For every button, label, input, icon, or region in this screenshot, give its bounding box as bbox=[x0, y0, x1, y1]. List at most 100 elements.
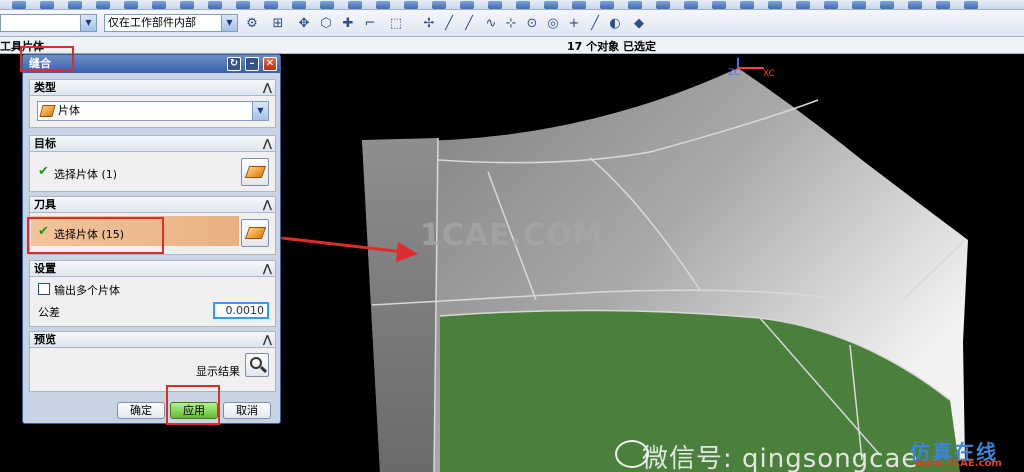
toolbar-icon[interactable] bbox=[124, 1, 138, 9]
check-icon: ✔ bbox=[38, 164, 49, 179]
select-body-icon[interactable]: ⬡ bbox=[318, 15, 334, 31]
toolbar-icon[interactable] bbox=[264, 1, 278, 9]
section-type-body: 片体 ▼ bbox=[29, 96, 276, 128]
toolbar-icon[interactable] bbox=[628, 1, 642, 9]
toolbar-icon[interactable] bbox=[40, 1, 54, 9]
toolbar-icon[interactable] bbox=[348, 1, 362, 9]
toolbar-icon[interactable] bbox=[880, 1, 894, 9]
toolbar-icon[interactable] bbox=[488, 1, 502, 9]
selection-toolbar: ▼ 仅在工作部件内部 ▼ ⚙ ⊞ ✥ ⬡ ✚ ⌐ ⬚ ✢ ╱ ╱ ∿ ⊹ ⊙ ◎… bbox=[0, 10, 1024, 37]
toolbar-icon[interactable] bbox=[12, 1, 26, 9]
chevron-up-icon[interactable]: ⋀ bbox=[263, 332, 272, 347]
close-icon[interactable]: ✕ bbox=[263, 57, 277, 71]
section-settings-header[interactable]: 设置 ⋀ bbox=[29, 260, 276, 277]
toolbar-icon[interactable] bbox=[432, 1, 446, 9]
point-on-face-icon[interactable]: ◐ bbox=[607, 15, 623, 31]
selection-count: 17 个对象 已选定 bbox=[567, 40, 656, 53]
select-tool-sheet-button[interactable] bbox=[241, 219, 269, 247]
section-target-body: ✔ 选择片体 (1) bbox=[29, 152, 276, 192]
chevron-up-icon[interactable]: ⋀ bbox=[263, 80, 272, 95]
chevron-down-icon[interactable]: ▼ bbox=[252, 102, 268, 120]
selection-scope-value: 仅在工作部件内部 bbox=[108, 16, 196, 29]
mid-point-icon[interactable]: ╱ bbox=[461, 15, 477, 31]
select-face-icon[interactable]: ⊞ bbox=[270, 15, 286, 31]
output-multiple-label: 输出多个片体 bbox=[54, 284, 120, 297]
toolbar-icon[interactable] bbox=[740, 1, 754, 9]
end-point-icon[interactable]: ╱ bbox=[441, 15, 457, 31]
tolerance-input[interactable]: 0.0010 bbox=[213, 302, 269, 319]
type-select[interactable]: 片体 ▼ bbox=[37, 101, 269, 121]
intersection-point-icon[interactable]: ⊹ bbox=[503, 15, 519, 31]
chevron-up-icon[interactable]: ⋀ bbox=[263, 261, 272, 276]
toolbar-icon[interactable] bbox=[936, 1, 950, 9]
toolbar-icon[interactable] bbox=[544, 1, 558, 9]
section-target-label: 目标 bbox=[34, 137, 56, 150]
sheet-body-icon bbox=[39, 105, 56, 117]
toolbar-icon[interactable] bbox=[684, 1, 698, 9]
control-point-icon[interactable]: ∿ bbox=[483, 15, 499, 31]
show-result-label: 显示结果 bbox=[196, 365, 240, 378]
toolbar-icon[interactable] bbox=[460, 1, 474, 9]
toolbar-icon[interactable] bbox=[152, 1, 166, 9]
toolbar-icon[interactable] bbox=[320, 1, 334, 9]
toolbar-icon[interactable] bbox=[796, 1, 810, 9]
toolbar-icon[interactable] bbox=[908, 1, 922, 9]
chevron-up-icon[interactable]: ⋀ bbox=[263, 197, 272, 212]
cube-icon[interactable]: ◆ bbox=[631, 15, 647, 31]
target-select-label[interactable]: 选择片体 (1) bbox=[54, 166, 117, 182]
type-select-value: 片体 bbox=[58, 104, 80, 117]
axis-label-xc: XC bbox=[763, 69, 775, 79]
point-snap-icon[interactable]: ✢ bbox=[421, 15, 437, 31]
toolbar-icon[interactable] bbox=[180, 1, 194, 9]
arc-center-icon[interactable]: ⊙ bbox=[524, 15, 540, 31]
toolbar-icon[interactable] bbox=[964, 1, 978, 9]
axis-label-zc: ZC bbox=[728, 68, 741, 78]
sheet-body-icon bbox=[244, 227, 267, 239]
output-multiple-checkbox[interactable] bbox=[38, 283, 50, 295]
tolerance-label: 公差 bbox=[38, 306, 60, 319]
section-type-header[interactable]: 类型 ⋀ bbox=[29, 79, 276, 96]
section-settings-body: 输出多个片体 公差 0.0010 bbox=[29, 277, 276, 327]
toolbar-icon[interactable] bbox=[712, 1, 726, 9]
chevron-up-icon[interactable]: ⋀ bbox=[263, 136, 272, 151]
toolbar-icon[interactable] bbox=[376, 1, 390, 9]
selection-scope-select[interactable]: 仅在工作部件内部 ▼ bbox=[104, 14, 238, 32]
toolbar-icon[interactable] bbox=[824, 1, 838, 9]
toolbar-icon[interactable] bbox=[236, 1, 250, 9]
filter-options-icon[interactable]: ⚙ bbox=[244, 15, 260, 31]
snap-point-icon[interactable]: ✚ bbox=[340, 15, 356, 31]
point-on-curve-icon[interactable]: ╱ bbox=[587, 15, 603, 31]
toolbar-icon[interactable] bbox=[852, 1, 866, 9]
section-preview-header[interactable]: 预览 ⋀ bbox=[29, 331, 276, 348]
select-feature-icon[interactable]: ⌐ bbox=[362, 15, 378, 31]
minimize-icon[interactable]: – bbox=[245, 57, 259, 71]
toolbar-icon[interactable] bbox=[404, 1, 418, 9]
quadrant-point-icon[interactable]: ◎ bbox=[545, 15, 561, 31]
type-filter-select[interactable]: ▼ bbox=[0, 14, 97, 32]
sheet-body-icon bbox=[244, 166, 267, 178]
section-tool-header[interactable]: 刀具 ⋀ bbox=[29, 196, 276, 213]
reset-icon[interactable]: ↻ bbox=[227, 57, 241, 71]
toolbar-icon[interactable] bbox=[656, 1, 670, 9]
chevron-down-icon[interactable]: ▼ bbox=[221, 15, 237, 31]
toolbar-icon[interactable] bbox=[208, 1, 222, 9]
toolbar-icon[interactable] bbox=[572, 1, 586, 9]
center-watermark: 1CAE.COM bbox=[420, 218, 604, 253]
toolbar-icon[interactable] bbox=[96, 1, 110, 9]
select-target-sheet-button[interactable] bbox=[241, 158, 269, 186]
toolbar-icon[interactable] bbox=[68, 1, 82, 9]
cancel-button[interactable]: 取消 bbox=[223, 402, 271, 419]
toolbar-icon[interactable] bbox=[292, 1, 306, 9]
section-target-header[interactable]: 目标 ⋀ bbox=[29, 135, 276, 152]
ok-button[interactable]: 确定 bbox=[117, 402, 165, 419]
toolbar-icon[interactable] bbox=[768, 1, 782, 9]
chevron-down-icon[interactable]: ▼ bbox=[80, 15, 96, 31]
select-edge-icon[interactable]: ✥ bbox=[296, 15, 312, 31]
section-preview-body: 显示结果 bbox=[29, 348, 276, 392]
toolbar-icon[interactable] bbox=[516, 1, 530, 9]
toolbar-icon[interactable] bbox=[600, 1, 614, 9]
highlight-box-title bbox=[20, 46, 74, 72]
existing-point-icon[interactable]: + bbox=[566, 15, 582, 31]
rectangle-select-icon[interactable]: ⬚ bbox=[388, 15, 404, 31]
show-result-button[interactable] bbox=[245, 353, 269, 377]
